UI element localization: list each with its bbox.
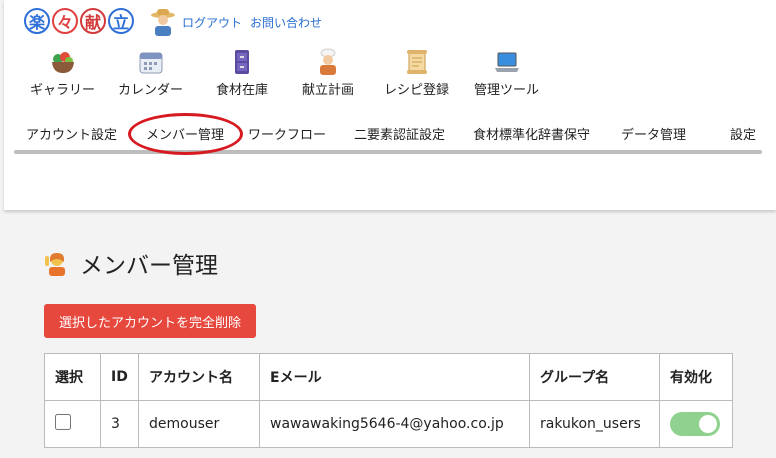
nav-item-gallery[interactable]: ギャラリー xyxy=(30,48,95,98)
table-header-row: 選択 ID アカウント名 Eメール グループ名 有効化 xyxy=(44,353,733,401)
nav-label: 食材在庫 xyxy=(216,83,269,98)
nav-item-inventory[interactable]: 食材在庫 xyxy=(216,48,268,98)
nav-label: 管理ツール xyxy=(474,83,540,98)
tab-ingredient-dictionary[interactable]: 食材標準化辞書保守 xyxy=(473,124,590,143)
nav-item-admin-tools[interactable]: 管理ツール xyxy=(474,48,539,98)
calendar-icon xyxy=(139,52,162,74)
storage-cabinet-icon xyxy=(235,50,249,74)
page-title-text: メンバー管理 xyxy=(80,253,218,279)
nav-label: ギャラリー xyxy=(30,83,96,98)
tab-data-management[interactable]: データ管理 xyxy=(621,124,686,143)
person-raising-hand-icon xyxy=(45,253,65,276)
group-name-cell: rakukon_users xyxy=(529,400,660,448)
contact-link[interactable]: お問い合わせ xyxy=(250,14,322,31)
select-cell xyxy=(44,400,101,448)
column-header-select: 選択 xyxy=(44,353,101,401)
top-links: ログアウト お問い合わせ xyxy=(182,14,322,31)
delete-selected-accounts-button[interactable]: 選択したアカウントを完全削除 xyxy=(44,304,256,338)
email-cell: wawawaking5646-4@yahoo.co.jp xyxy=(259,400,530,448)
nav-label: カレンダー xyxy=(118,83,184,98)
main-content: メンバー管理 選択したアカウントを完全削除 xyxy=(44,246,744,338)
salad-bowl-icon xyxy=(51,52,74,73)
column-header-group-name: グループ名 xyxy=(529,353,660,401)
id-cell: 3 xyxy=(100,400,139,448)
farmer-avatar-icon xyxy=(151,9,175,36)
enabled-cell xyxy=(659,400,733,448)
page-title: メンバー管理 xyxy=(44,246,744,280)
tab-member-management[interactable]: メンバー管理 xyxy=(146,124,224,143)
nav-label: レシピ登録 xyxy=(384,83,450,98)
sub-nav: アカウント設定 メンバー管理 ワークフロー 二要素認証設定 食材標準化辞書保守 … xyxy=(14,118,762,154)
logo-char: 立 xyxy=(108,8,134,34)
toggle-knob xyxy=(699,415,717,433)
logo-char: 楽 xyxy=(24,8,50,34)
column-header-enabled: 有効化 xyxy=(659,353,733,401)
enabled-toggle[interactable] xyxy=(670,412,720,436)
scroll-icon xyxy=(406,50,427,74)
nav-label: 献立計画 xyxy=(302,83,355,98)
column-header-id: ID xyxy=(100,353,139,401)
column-header-account-name: アカウント名 xyxy=(138,353,260,401)
tab-two-factor-auth[interactable]: 二要素認証設定 xyxy=(354,124,445,143)
logo-char: 献 xyxy=(80,8,106,34)
row-select-checkbox[interactable] xyxy=(55,414,71,430)
laptop-icon xyxy=(494,52,519,72)
table-row: 3 demouser wawawaking5646-4@yahoo.co.jp … xyxy=(44,400,733,448)
app-logo[interactable]: 楽 々 献 立 xyxy=(24,8,134,34)
chef-icon xyxy=(320,48,336,75)
member-table: 選択 ID アカウント名 Eメール グループ名 有効化 3 demouser w… xyxy=(44,353,733,448)
column-header-email: Eメール xyxy=(259,353,530,401)
tab-workflow[interactable]: ワークフロー xyxy=(248,124,326,143)
account-name-cell: demouser xyxy=(138,400,260,448)
header: 楽 々 献 立 ログアウト お問い合わせ ギャラリー カレンダー 食材在庫 献立… xyxy=(4,0,776,210)
logout-link[interactable]: ログアウト xyxy=(182,14,242,31)
nav-item-calendar[interactable]: カレンダー xyxy=(118,48,183,98)
logo-char: 々 xyxy=(52,8,78,34)
nav-item-recipe[interactable]: レシピ登録 xyxy=(384,48,449,98)
tab-account-settings[interactable]: アカウント設定 xyxy=(26,124,117,143)
tab-settings[interactable]: 設定 xyxy=(730,124,756,143)
nav-item-menu-plan[interactable]: 献立計画 xyxy=(302,48,354,98)
subnav-scrollbar[interactable] xyxy=(14,150,762,154)
